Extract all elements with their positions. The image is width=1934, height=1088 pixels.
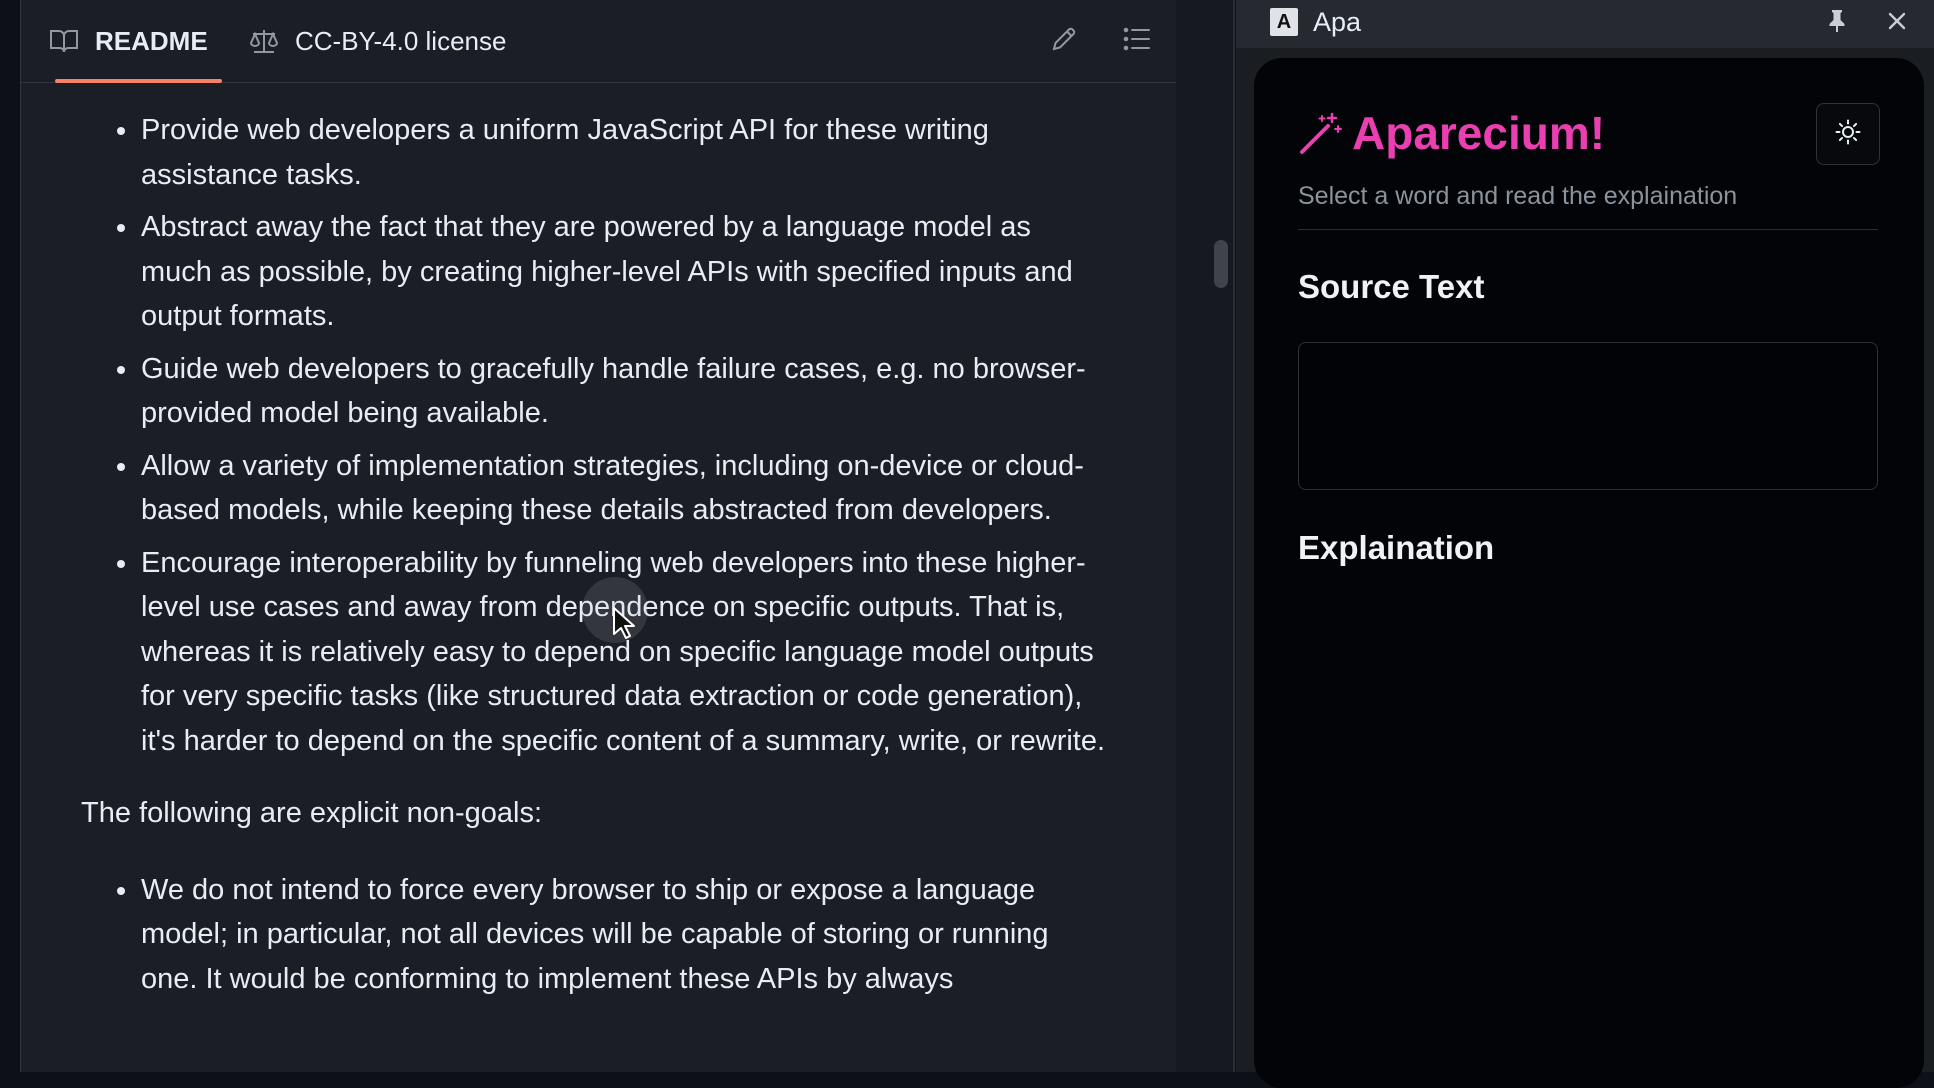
divider-line <box>1233 0 1235 1072</box>
tab-license[interactable]: CC-BY-4.0 license <box>249 0 506 82</box>
pin-button[interactable] <box>1820 6 1854 40</box>
readme-tabbar: README CC-BY-4.0 license <box>21 0 1177 83</box>
edit-file-button[interactable] <box>1041 18 1087 64</box>
app-heading: Aparecium! <box>1352 107 1606 159</box>
list-item: Provide web developers a uniform JavaScr… <box>117 108 1107 197</box>
goals-list: Provide web developers a uniform JavaScr… <box>21 82 1177 763</box>
readme-panel: README CC-BY-4.0 license Provide web dev… <box>20 0 1178 1072</box>
tab-license-label: CC-BY-4.0 license <box>295 25 507 56</box>
nongoals-intro: The following are explicit non-goals: <box>81 797 543 829</box>
close-icon <box>1887 11 1907 36</box>
list-item: Allow a variety of implementation strate… <box>117 444 1107 533</box>
source-text-box[interactable] <box>1298 342 1878 490</box>
panel-divider <box>1176 0 1234 1072</box>
book-icon <box>49 28 79 54</box>
app-subtitle: Select a word and read the explaination <box>1298 182 1738 210</box>
nongoals-list: We do not intend to force every browser … <box>21 858 1177 1002</box>
list-item: Encourage interoperability by funneling … <box>117 541 1107 764</box>
mouse-cursor-icon <box>612 606 636 645</box>
magic-wand-icon <box>1298 112 1342 161</box>
outline-button[interactable] <box>1114 18 1160 64</box>
list-icon <box>1123 26 1151 57</box>
tab-readme[interactable]: README <box>49 0 222 83</box>
theme-toggle-button[interactable] <box>1816 103 1880 165</box>
scrollbar-thumb[interactable] <box>1214 240 1228 288</box>
app-icon: A <box>1270 8 1298 36</box>
pin-icon <box>1827 9 1847 38</box>
explanation-heading: Explaination <box>1298 529 1495 566</box>
source-text-heading: Source Text <box>1298 268 1485 305</box>
tab-readme-label: README <box>95 25 208 56</box>
list-item: We do not intend to force every browser … <box>117 868 1107 1002</box>
sun-icon <box>1835 119 1861 150</box>
pencil-icon <box>1050 25 1078 58</box>
close-button[interactable] <box>1880 6 1914 40</box>
list-item: Guide web developers to gracefully handl… <box>117 347 1107 436</box>
apa-card <box>1254 58 1924 1088</box>
list-item: Abstract away the fact that they are pow… <box>117 205 1107 339</box>
readme-content: Provide web developers a uniform JavaScr… <box>21 82 1177 1009</box>
scale-icon <box>249 27 279 55</box>
header-divider <box>1298 229 1878 230</box>
window-title: Apa <box>1313 7 1362 37</box>
